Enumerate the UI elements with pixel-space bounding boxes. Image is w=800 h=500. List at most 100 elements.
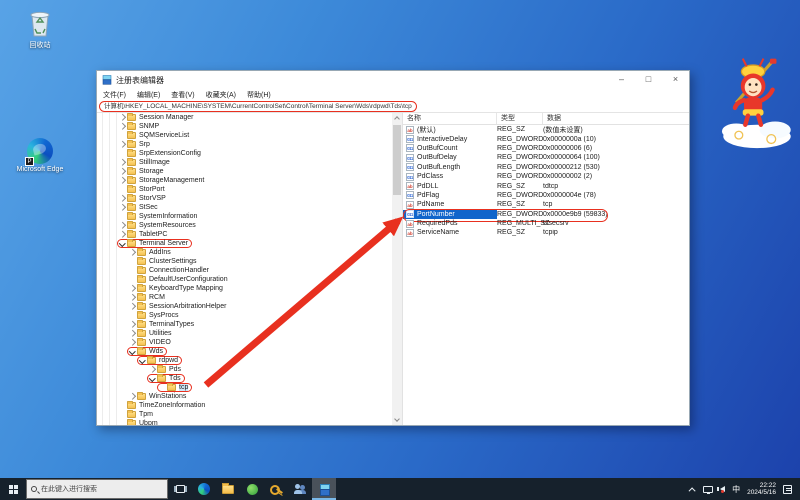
chevron-down-icon[interactable] (119, 241, 126, 246)
value-name[interactable]: 011PortNumber (403, 210, 497, 219)
tree-item-rdpwd[interactable]: rdpwd (97, 356, 392, 365)
taskbar-app-file-explorer[interactable] (216, 478, 240, 500)
tree-item-defaultuserconfiguration[interactable]: DefaultUserConfiguration (97, 275, 392, 284)
tree-item-tpm[interactable]: Tpm (97, 410, 392, 419)
value-name[interactable]: 011OutBufDelay (403, 153, 497, 162)
tree-item-pds[interactable]: Pds (97, 365, 392, 374)
tree-scrollbar[interactable] (392, 113, 402, 425)
tree-item-video[interactable]: VIDEO (97, 338, 392, 347)
value-name[interactable]: 011OutBufLength (403, 163, 497, 172)
menu-file[interactable]: 文件(F) (103, 90, 126, 100)
close-button[interactable]: × (662, 71, 689, 89)
chevron-right-icon[interactable] (119, 196, 126, 201)
column-header-name[interactable]: 名称 (403, 113, 497, 124)
tree-item-storport[interactable]: StorPort (97, 185, 392, 194)
maximize-button[interactable]: □ (635, 71, 662, 89)
value-name[interactable]: 011InteractiveDelay (403, 134, 497, 143)
tree-item-srp[interactable]: Srp (97, 140, 392, 149)
value-row-servicename[interactable]: abServiceNameREG_SZtcpip (403, 228, 689, 237)
minimize-button[interactable]: – (608, 71, 635, 89)
tree-item-utilities[interactable]: Utilities (97, 329, 392, 338)
value-name[interactable]: abRequiredPds (403, 219, 497, 228)
action-center-icon[interactable] (783, 485, 792, 494)
tree-item-connectionhandler[interactable]: ConnectionHandler (97, 266, 392, 275)
chevron-right-icon[interactable] (129, 322, 136, 327)
value-row-pdname[interactable]: abPdNameREG_SZtcp (403, 200, 689, 209)
tray-expand-icon[interactable] (689, 487, 696, 494)
taskbar-search[interactable]: 在此键入进行搜索 (26, 479, 168, 499)
value-name[interactable]: 011PdClass (403, 172, 497, 181)
tree-item-ubpm[interactable]: Ubpm (97, 419, 392, 425)
desktop-icon-edge[interactable]: P Microsoft Edge (8, 138, 72, 173)
tree-item-tcp[interactable]: tcp (97, 383, 392, 392)
value-name[interactable]: abPdName (403, 200, 497, 209)
value-name[interactable]: abServiceName (403, 228, 497, 237)
tree-item-timezoneinformation[interactable]: TimeZoneInformation (97, 401, 392, 410)
tree-item-sessionarbitrationhelper[interactable]: SessionArbitrationHelper (97, 302, 392, 311)
start-button[interactable] (0, 478, 26, 500)
chevron-right-icon[interactable] (129, 304, 136, 309)
tree-item-snmp[interactable]: SNMP (97, 122, 392, 131)
value-row-outbufcount[interactable]: 011OutBufCountREG_DWORD0x00000006 (6) (403, 144, 689, 153)
value-name[interactable]: abPdDLL (403, 181, 497, 190)
tree-item-rcm[interactable]: RCM (97, 293, 392, 302)
value-row-默认[interactable]: ab(默认)REG_SZ(数值未设置) (403, 125, 689, 134)
chevron-right-icon[interactable] (119, 232, 126, 237)
menu-help[interactable]: 帮助(H) (247, 90, 271, 100)
chevron-right-icon[interactable] (129, 286, 136, 291)
chevron-right-icon[interactable] (129, 394, 136, 399)
scroll-up-icon[interactable] (394, 116, 400, 122)
tree-item-terminal-server[interactable]: Terminal Server (97, 239, 392, 248)
chevron-right-icon[interactable] (129, 340, 136, 345)
window-titlebar[interactable]: 注册表编辑器 – □ × (97, 71, 689, 89)
display-tray-icon[interactable] (703, 486, 713, 493)
volume-tray-icon[interactable] (720, 486, 725, 492)
taskbar-app-registry-editor[interactable] (312, 478, 336, 500)
tree-item-systemresources[interactable]: SystemResources (97, 221, 392, 230)
value-row-interactivedelay[interactable]: 011InteractiveDelayREG_DWORD0x0000000a (… (403, 134, 689, 143)
tree-item-srpextensionconfig[interactable]: SrpExtensionConfig (97, 149, 392, 158)
menu-view[interactable]: 查看(V) (171, 90, 194, 100)
taskbar-app-key[interactable] (264, 478, 288, 500)
tree-item-winstations[interactable]: WinStations (97, 392, 392, 401)
value-row-portnumber[interactable]: 011PortNumberREG_DWORD0x0000e9b9 (59833) (403, 210, 689, 219)
chevron-right-icon[interactable] (129, 331, 136, 336)
column-header-type[interactable]: 类型 (497, 113, 543, 124)
chevron-right-icon[interactable] (119, 178, 126, 183)
value-row-outbuflength[interactable]: 011OutBufLengthREG_DWORD0x00000212 (530) (403, 163, 689, 172)
chevron-right-icon[interactable] (119, 142, 126, 147)
tree-item-tds[interactable]: Tds (97, 374, 392, 383)
tree-item-clustersettings[interactable]: ClusterSettings (97, 257, 392, 266)
value-row-requiredpds[interactable]: abRequiredPdsREG_MULTI_SZtssecsrv (403, 219, 689, 228)
value-row-pdclass[interactable]: 011PdClassREG_DWORD0x00000002 (2) (403, 172, 689, 181)
chevron-down-icon[interactable] (149, 376, 156, 381)
taskbar-clock[interactable]: 22:22 2024/5/16 (747, 482, 776, 497)
chevron-right-icon[interactable] (129, 250, 136, 255)
chevron-right-icon[interactable] (149, 367, 156, 372)
column-header-data[interactable]: 数据 (543, 113, 689, 124)
tree-item-addins[interactable]: AddIns (97, 248, 392, 257)
value-name[interactable]: 011PdFlag (403, 191, 497, 200)
value-name[interactable]: ab(默认) (403, 125, 497, 134)
chevron-right-icon[interactable] (119, 115, 126, 120)
scrollbar-thumb[interactable] (393, 125, 401, 195)
chevron-right-icon[interactable] (119, 169, 126, 174)
chevron-down-icon[interactable] (129, 349, 136, 354)
chevron-right-icon[interactable] (119, 160, 126, 165)
chevron-right-icon[interactable] (119, 223, 126, 228)
tree-item-sqmservicelist[interactable]: SQMServiceList (97, 131, 392, 140)
menu-favorites[interactable]: 收藏夹(A) (206, 90, 236, 100)
taskbar-app-edge[interactable] (192, 478, 216, 500)
value-row-pdflag[interactable]: 011PdFlagREG_DWORD0x0000004e (78) (403, 191, 689, 200)
tree-item-stsec[interactable]: StSec (97, 203, 392, 212)
tree-item-wds[interactable]: Wds (97, 347, 392, 356)
tree-item-stillimage[interactable]: StillImage (97, 158, 392, 167)
desktop-icon-recycle-bin[interactable]: 回收站 (8, 10, 72, 50)
tree-item-session-manager[interactable]: Session Manager (97, 113, 392, 122)
value-name[interactable]: 011OutBufCount (403, 144, 497, 153)
tree-item-storvsp[interactable]: StorVSP (97, 194, 392, 203)
tree-item-sysprocs[interactable]: SysProcs (97, 311, 392, 320)
address-bar[interactable]: 计算机\HKEY_LOCAL_MACHINE\SYSTEM\CurrentCon… (97, 100, 689, 113)
tree-item-storage[interactable]: Storage (97, 167, 392, 176)
chevron-right-icon[interactable] (119, 205, 126, 210)
